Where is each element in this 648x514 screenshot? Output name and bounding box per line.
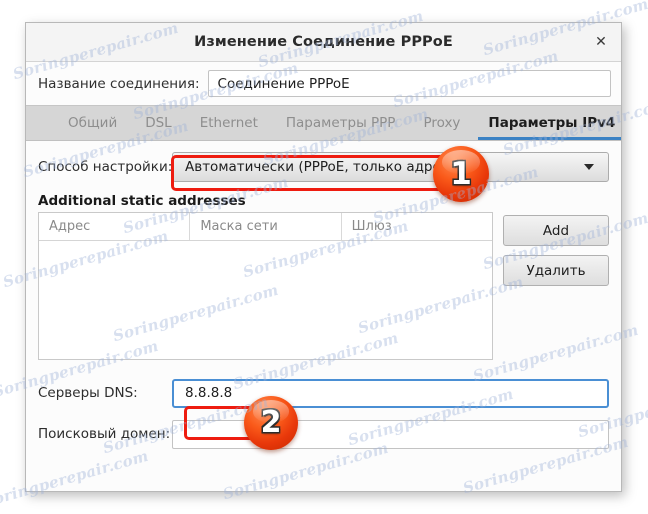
- tab-bar: Общий DSL Ethernet Параметры PPP Proxy П…: [26, 105, 621, 141]
- table-action-buttons: Add Удалить: [503, 212, 609, 286]
- tab-proxy[interactable]: Proxy: [409, 106, 474, 140]
- dialog-titlebar: Изменение Соединение PPPoE ✕: [26, 23, 621, 62]
- connection-name-input[interactable]: Соединение PPPoE: [207, 70, 611, 97]
- close-icon[interactable]: ✕: [589, 30, 613, 54]
- add-button[interactable]: Add: [503, 215, 609, 246]
- edit-connection-dialog: Изменение Соединение PPPoE ✕ Название со…: [25, 22, 622, 492]
- dns-row: Серверы DNS: 8.8.8.8: [26, 372, 621, 414]
- tab-ppp-parameters[interactable]: Параметры PPP: [272, 106, 410, 140]
- method-label: Способ настройки:: [38, 159, 173, 175]
- connection-name-label: Название соединения:: [38, 75, 200, 92]
- annotation-badge-2-number: 2: [260, 405, 282, 440]
- tab-obshchiy[interactable]: Общий: [54, 106, 131, 140]
- search-domain-row: Поисковый домен:: [26, 414, 621, 454]
- column-header-address[interactable]: Адрес: [39, 213, 191, 240]
- method-row: Способ настройки: Автоматически (PPPoE, …: [26, 145, 621, 189]
- screenshot-root: Изменение Соединение PPPoE ✕ Название со…: [0, 0, 648, 514]
- static-addresses-table[interactable]: Адрес Маска сети Шлюз: [38, 212, 493, 360]
- table-body-empty[interactable]: [39, 241, 492, 359]
- dns-servers-input[interactable]: 8.8.8.8: [172, 378, 609, 408]
- annotation-badge-2: 2: [244, 396, 298, 450]
- annotation-badge-1-number: 1: [450, 155, 472, 192]
- dialog-title: Изменение Соединение PPPoE: [194, 34, 453, 50]
- tab-dsl[interactable]: DSL: [131, 106, 186, 140]
- annotation-badge-1: 1: [433, 146, 489, 202]
- tab-ipv4-parameters[interactable]: Параметры IPv4: [474, 106, 621, 140]
- search-domain-label: Поисковый домен:: [38, 426, 171, 442]
- chevron-down-icon: [584, 164, 594, 170]
- method-combobox[interactable]: Автоматически (PPPoE, только адрес): [172, 152, 609, 182]
- column-header-netmask[interactable]: Маска сети: [190, 213, 342, 240]
- static-addresses-area: Адрес Маска сети Шлюз Add Удалить: [26, 212, 621, 360]
- method-selected-value: Автоматически (PPPoE, только адрес): [185, 159, 454, 175]
- search-domain-input[interactable]: [172, 419, 609, 449]
- dns-label: Серверы DNS:: [38, 385, 138, 401]
- connection-name-row: Название соединения: Соединение PPPoE: [26, 62, 621, 105]
- column-header-gateway[interactable]: Шлюз: [342, 213, 492, 240]
- table-header-row: Адрес Маска сети Шлюз: [39, 213, 492, 241]
- static-addresses-title: Additional static addresses: [38, 193, 246, 209]
- delete-button[interactable]: Удалить: [503, 255, 609, 286]
- ipv4-settings-panel: Способ настройки: Автоматически (PPPoE, …: [26, 145, 621, 491]
- tab-ethernet[interactable]: Ethernet: [186, 106, 272, 140]
